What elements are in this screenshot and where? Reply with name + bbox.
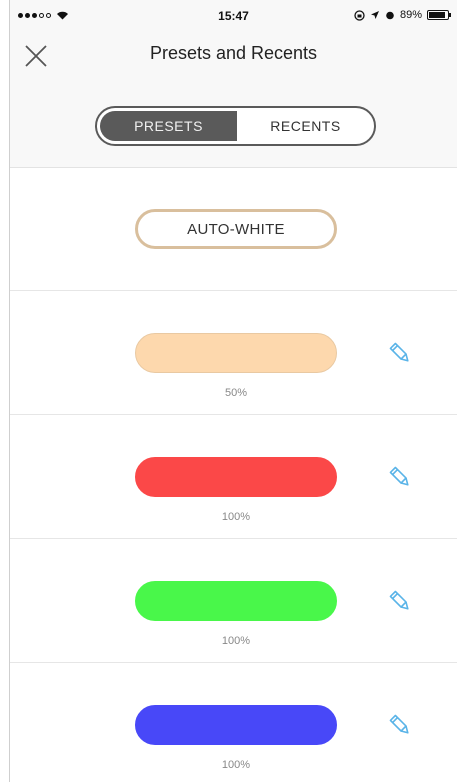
preset-brightness: 100% xyxy=(221,759,251,771)
preset-row: 100% xyxy=(10,415,457,539)
header: Presets and Recents PRESETS RECENTS xyxy=(10,36,457,168)
app-screen: 15:47 89% Presets and Recents PRESETS RE… xyxy=(0,0,457,782)
edit-preset-button[interactable] xyxy=(387,340,413,366)
preset-color-swatch[interactable] xyxy=(135,581,337,621)
battery-icon xyxy=(427,10,451,20)
preset-color-swatch[interactable] xyxy=(135,333,337,373)
edit-preset-button[interactable] xyxy=(387,464,413,490)
list-item-auto-white: AUTO-WHITE xyxy=(10,168,457,291)
preset-row: 100% xyxy=(10,539,457,663)
edit-preset-button[interactable] xyxy=(387,588,413,614)
battery-percent: 89% xyxy=(399,9,422,21)
preset-row: 100% xyxy=(10,663,457,782)
presets-recents-toggle: PRESETS RECENTS xyxy=(95,106,376,146)
preset-brightness: 100% xyxy=(221,511,251,523)
pencil-icon xyxy=(389,342,409,362)
status-bar: 15:47 89% xyxy=(10,0,457,36)
status-right: 89% xyxy=(354,9,451,21)
pencil-icon xyxy=(389,590,409,610)
alarm-icon xyxy=(386,11,394,20)
preset-row: 50% xyxy=(10,291,457,415)
auto-white-button[interactable]: AUTO-WHITE xyxy=(135,209,337,249)
pencil-icon xyxy=(389,714,409,734)
preset-color-swatch[interactable] xyxy=(135,705,337,745)
edit-preset-button[interactable] xyxy=(387,712,413,738)
location-icon xyxy=(370,11,379,19)
rotation-lock-icon xyxy=(354,9,365,21)
pencil-icon xyxy=(389,466,409,486)
preset-brightness: 50% xyxy=(224,387,248,399)
tab-recents[interactable]: RECENTS xyxy=(237,108,374,144)
page-title: Presets and Recents xyxy=(149,43,318,63)
preset-brightness: 100% xyxy=(221,635,251,647)
tab-presets[interactable]: PRESETS xyxy=(100,111,237,141)
preset-color-swatch[interactable] xyxy=(135,457,337,497)
